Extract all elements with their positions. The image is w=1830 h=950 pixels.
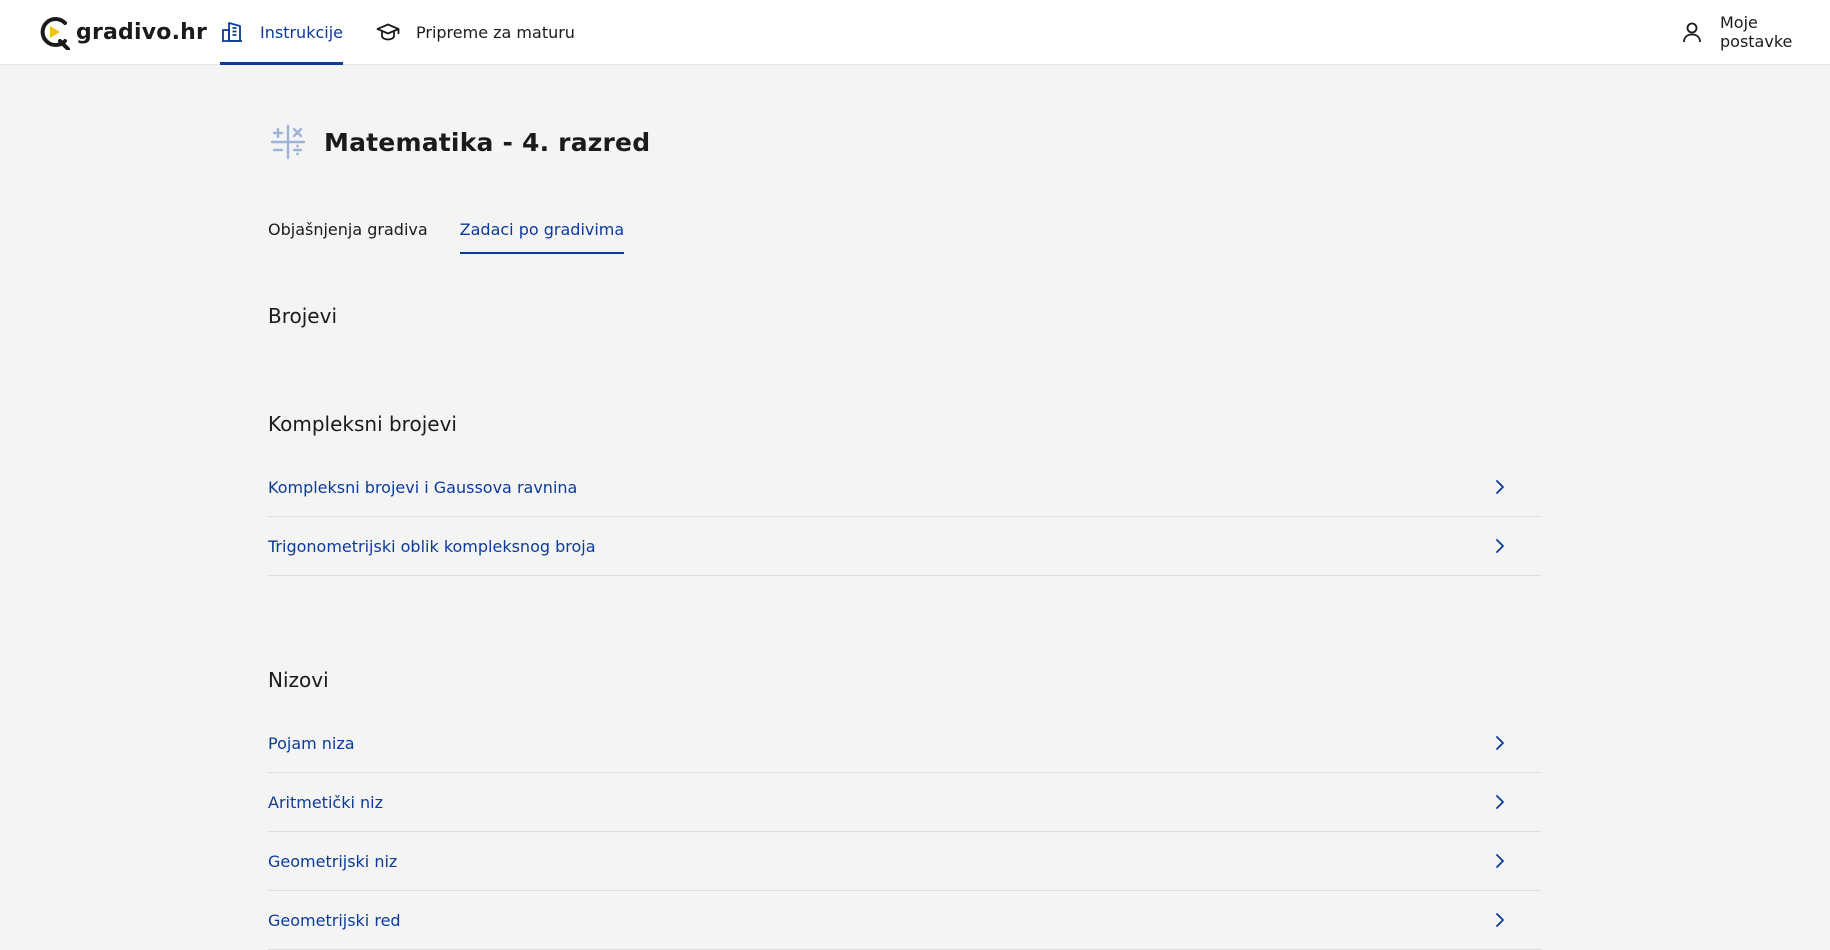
section-title: Kompleksni brojevi [268,412,457,436]
list-item[interactable]: Pojam niza [268,714,1541,773]
topic-items: Pojam niza Aritmetički niz Geometrijski … [268,714,1541,950]
tab-objasnjenja-gradiva[interactable]: Objašnjenja gradiva [268,212,428,254]
section-brojevi: Brojevi [268,296,1541,336]
topic-items: Kompleksni brojevi i Gaussova ravnina Tr… [268,458,1541,576]
nav-instrukcije-label: Instrukcije [260,22,343,42]
list-item-label: Geometrijski niz [268,851,398,871]
list-item-label: Trigonometrijski oblik kompleksnog broja [268,536,596,556]
section-nizovi: Nizovi Pojam niza Aritmetički niz Geomet… [268,660,1541,950]
nav-moje-postavke[interactable]: Moje postavke [1680,0,1830,64]
chevron-right-icon [1496,539,1504,553]
topic-list: Brojevi Kompleksni brojevi Kompleksni br… [268,296,1541,950]
nav-moje-postavke-label: Moje postavke [1720,13,1793,51]
user-icon [1680,20,1704,44]
content-tabs: Objašnjenja gradiva Zadaci po gradivima [268,212,656,254]
math-operators-icon [270,124,306,160]
section-title: Brojevi [268,304,337,328]
top-navigation: gradivo.hr Instrukcije Pripreme za matur… [0,0,1830,65]
section-title: Nizovi [268,668,329,692]
chevron-right-icon [1496,736,1504,750]
section-kompleksni-brojevi: Kompleksni brojevi Kompleksni brojevi i … [268,404,1541,576]
nav-pripreme-za-maturu[interactable]: Pripreme za maturu [376,0,575,64]
list-item-label: Geometrijski red [268,910,401,930]
nav-instrukcije[interactable]: Instrukcije [220,0,343,65]
chevron-right-icon [1496,913,1504,927]
chevron-right-icon [1496,480,1504,494]
graduation-cap-icon [376,20,400,44]
page-header: Matematika - 4. razred [268,122,650,162]
nav-pripreme-label: Pripreme za maturu [416,22,575,42]
logo-icon [40,17,70,50]
tab-zadaci-po-gradivima[interactable]: Zadaci po gradivima [459,212,624,254]
list-item[interactable]: Trigonometrijski oblik kompleksnog broja [268,517,1541,576]
list-item-label: Kompleksni brojevi i Gaussova ravnina [268,477,578,497]
chevron-right-icon [1496,854,1504,868]
list-item[interactable]: Kompleksni brojevi i Gaussova ravnina [268,458,1541,517]
list-item-label: Aritmetički niz [268,792,383,812]
page-title: Matematika - 4. razred [324,127,651,157]
list-item[interactable]: Geometrijski niz [268,832,1541,891]
chevron-right-icon [1496,795,1504,809]
list-item[interactable]: Geometrijski red [268,891,1541,950]
logo-text: gradivo.hr [76,19,208,45]
building-icon [220,20,244,44]
logo[interactable]: gradivo.hr [38,12,207,52]
list-item[interactable]: Aritmetički niz [268,773,1541,832]
list-item-label: Pojam niza [268,733,355,753]
